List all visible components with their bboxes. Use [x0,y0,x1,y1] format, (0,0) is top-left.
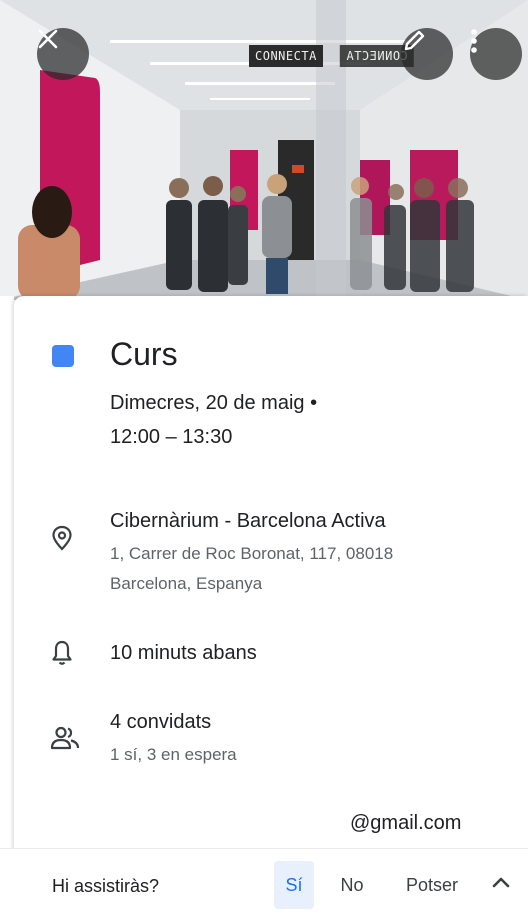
pencil-icon [404,30,425,51]
event-color-chip [52,345,74,367]
guests-status: 1 sí, 3 en espera [110,745,237,764]
event-title: Curs [110,336,178,372]
reminder-text[interactable]: 10 minuts abans [110,639,257,667]
location-pin-icon [52,525,72,551]
event-details-card: Curs Dimecres, 20 de maig • 12:00 – 13:3… [14,296,528,917]
people-icon [50,726,80,750]
more-vert-icon [471,29,477,53]
organizer-email: @gmail.com [350,812,462,834]
rsvp-yes-button[interactable]: Sí [274,861,314,909]
guests-count[interactable]: 4 convidats [110,708,211,736]
event-date: Dimecres, 20 de maig • [110,392,318,414]
rsvp-question: Hi assistiràs? [52,876,160,896]
location-name[interactable]: Cibernàrium - Barcelona Activa [110,507,386,535]
close-button[interactable] [37,28,89,80]
connecta-sign: CONNECTA [249,45,323,67]
edit-button[interactable] [401,28,453,80]
event-time: 12:00 – 13:30 [110,426,233,448]
left-edge [0,296,14,917]
close-icon [38,29,58,49]
more-options-button[interactable] [470,28,522,80]
event-header-image: CONNECTA CONNECTA [0,0,528,300]
chevron-up-icon[interactable] [490,871,512,893]
bell-icon [52,640,72,665]
location-address-line2: Barcelona, Espanya [110,574,263,593]
rsvp-no-button[interactable]: No [330,861,374,909]
location-address-line1: 1, Carrer de Roc Boronat, 117, 08018 [110,544,394,563]
rsvp-maybe-button[interactable]: Potser [396,861,468,909]
rsvp-bar: Hi assistiràs? Sí No Potser [0,848,528,918]
